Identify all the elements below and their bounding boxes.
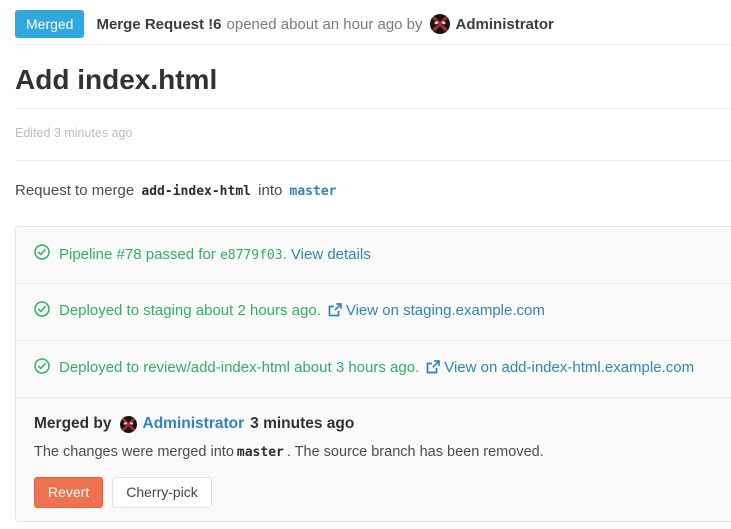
cherry-pick-button[interactable]: Cherry-pick (112, 477, 212, 508)
deploy-message: Deployed to staging about 2 hours ago. (59, 302, 321, 319)
deploy-review-row: Deployed to review/add-index-html about … (16, 341, 731, 398)
success-check-icon (34, 358, 50, 380)
author-link[interactable]: Administrator (456, 16, 554, 33)
deploy-review-text: Deployed to review/add-index-html about … (59, 358, 694, 380)
divider (15, 44, 731, 45)
page-title: Add index.html (15, 61, 731, 99)
pipeline-text: Pipeline #78 passed for e8779f03. View d… (59, 245, 371, 266)
merged-time: 3 minutes ago (250, 413, 354, 435)
merged-body-suffix: . The source branch has been removed. (287, 444, 544, 460)
request-prefix: Request to merge (15, 182, 134, 199)
opened-text: opened about an hour ago by (227, 16, 423, 33)
revert-button[interactable]: Revert (34, 477, 103, 508)
deploy-message: Deployed to review/add-index-html about … (59, 359, 419, 376)
merged-by-prefix: Merged by (34, 413, 112, 435)
mr-status-bar: Merged Merge Request !6 opened about an … (15, 0, 731, 38)
view-details-link[interactable]: View details (291, 246, 371, 263)
edited-note: Edited 3 minutes ago (15, 125, 731, 141)
target-branch[interactable]: master (290, 184, 337, 199)
commit-sha[interactable]: e8779f03 (220, 248, 283, 263)
merged-by-section: Merged by Administrator 3 minutes ago Th… (16, 398, 731, 521)
external-link-icon (426, 360, 440, 380)
merger-link[interactable]: Administrator (143, 413, 245, 435)
view-review-link[interactable]: View on add-index-html.example.com (444, 359, 694, 376)
mr-reference: Merge Request !6 (96, 16, 221, 33)
merge-request-page: Merged Merge Request !6 opened about an … (0, 0, 731, 529)
status-badge: Merged (15, 10, 84, 38)
merged-by-heading: Merged by Administrator 3 minutes ago (34, 413, 713, 435)
merged-body-prefix: The changes were merged into (34, 444, 234, 460)
divider (15, 108, 731, 109)
mr-widget: Pipeline #78 passed for e8779f03. View d… (15, 226, 731, 522)
pipeline-suffix: . (283, 246, 287, 263)
external-link-icon (328, 303, 342, 323)
into-text: into (258, 182, 282, 199)
merged-body: The changes were merged intomaster. The … (34, 442, 713, 463)
merge-request-summary: Request to merge add-index-html into mas… (15, 180, 731, 203)
success-check-icon (34, 244, 50, 266)
view-staging-link[interactable]: View on staging.example.com (346, 302, 545, 319)
pipeline-message: Pipeline #78 passed for (59, 246, 216, 263)
user-avatar-icon (430, 14, 450, 34)
source-branch: add-index-html (141, 184, 251, 199)
user-avatar-icon (120, 416, 137, 433)
merger-avatar[interactable] (120, 416, 137, 433)
author-avatar[interactable] (430, 14, 450, 34)
deploy-staging-row: Deployed to staging about 2 hours ago. Vi… (16, 284, 731, 341)
divider (15, 160, 731, 161)
merged-actions: Revert Cherry-pick (34, 477, 713, 508)
merged-branch: master (237, 445, 284, 460)
pipeline-status-row: Pipeline #78 passed for e8779f03. View d… (16, 227, 731, 284)
success-check-icon (34, 301, 50, 323)
deploy-staging-text: Deployed to staging about 2 hours ago. Vi… (59, 301, 545, 323)
